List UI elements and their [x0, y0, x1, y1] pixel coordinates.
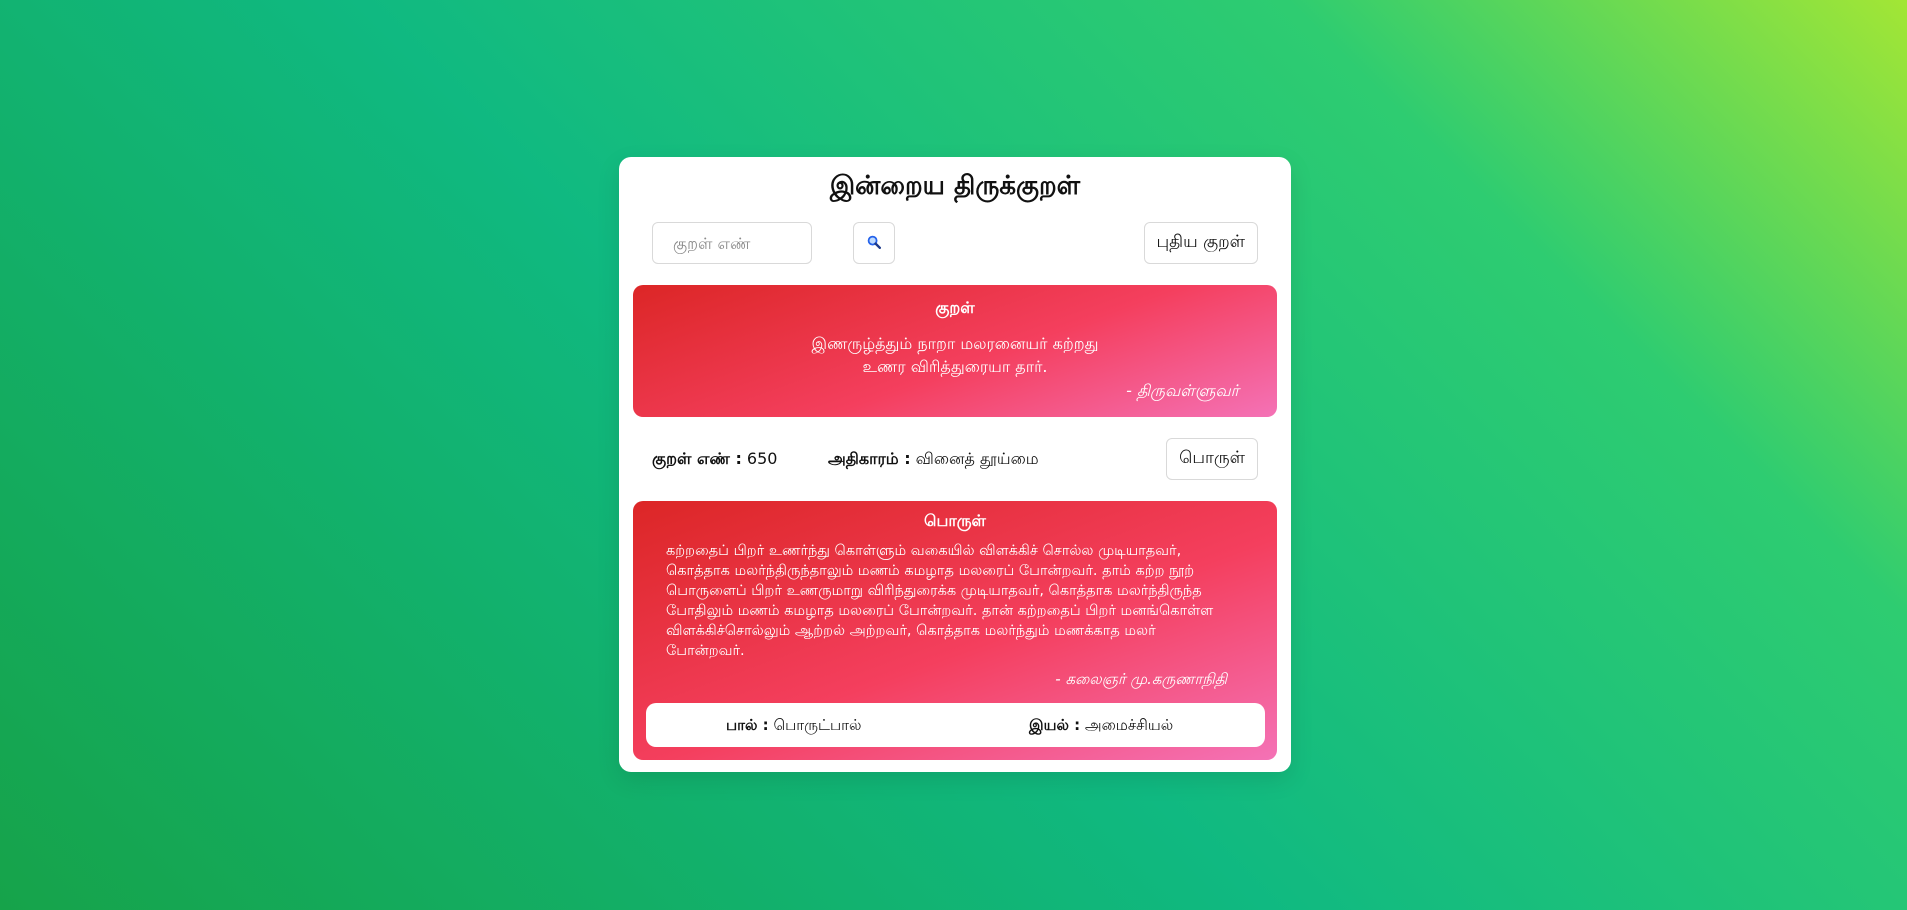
- meaning-author: - கலைஞர் மு.கருணாநிதி: [1055, 670, 1227, 688]
- chapter-value: வினைத் தூய்மை: [910, 449, 1039, 468]
- category-bar: பால் : பொருட்பால் இயல் : அமைச்சியல்: [646, 703, 1265, 747]
- meaning-panel: பொருள் கற்றதைப் பிறர் உணர்ந்து கொள்ளும் …: [633, 501, 1277, 760]
- paal-value: பொருட்பால்: [768, 716, 862, 734]
- kural-line-1: இணருழ்த்தும் நாறா மலரனையர் கற்றது: [811, 334, 1099, 353]
- paal-label: பால் :: [726, 716, 769, 734]
- chapter-label: அதிகாரம் :: [828, 449, 911, 468]
- search-button[interactable]: [853, 222, 895, 264]
- paal: பால் : பொருட்பால்: [726, 703, 861, 747]
- new-kural-button[interactable]: புதிய குறள்: [1143, 222, 1258, 264]
- meaning-text: கற்றதைப் பிறர் உணர்ந்து கொள்ளும் வகையில்…: [666, 543, 1214, 659]
- meaning-button[interactable]: பொருள்: [1166, 438, 1258, 480]
- kural-author: - திருவள்ளுவர்: [1126, 381, 1239, 400]
- search-icon: [867, 235, 882, 252]
- meaning-heading: பொருள்: [924, 511, 986, 530]
- iyal-value: அமைச்சியல்: [1080, 716, 1174, 734]
- iyal: இயல் : அமைச்சியல்: [1029, 703, 1173, 747]
- kural-number-input[interactable]: [652, 222, 812, 264]
- kural-line-2: உணர விரித்துரையா தார்.: [862, 357, 1048, 376]
- kural-heading: குறள்: [935, 298, 975, 317]
- iyal-label: இயல் :: [1029, 716, 1081, 734]
- page-title: இன்றைய திருக்குறள்: [829, 171, 1081, 201]
- toolbar: புதிய குறள்: [652, 222, 1258, 265]
- kural-card: இன்றைய திருக்குறள் புதிய குறள் குறள் இணர…: [619, 157, 1291, 772]
- kural-panel: குறள் இணருழ்த்தும் நாறா மலரனையர் கற்றது …: [633, 285, 1277, 417]
- kural-number-value: 650: [741, 449, 778, 468]
- kural-number: குறள் எண் : 650: [652, 438, 777, 480]
- chapter: அதிகாரம் : வினைத் தூய்மை: [828, 438, 1039, 480]
- kural-number-label: குறள் எண் :: [652, 449, 742, 468]
- kural-info-row: குறள் எண் : 650 அதிகாரம் : வினைத் தூய்மை…: [652, 438, 1258, 480]
